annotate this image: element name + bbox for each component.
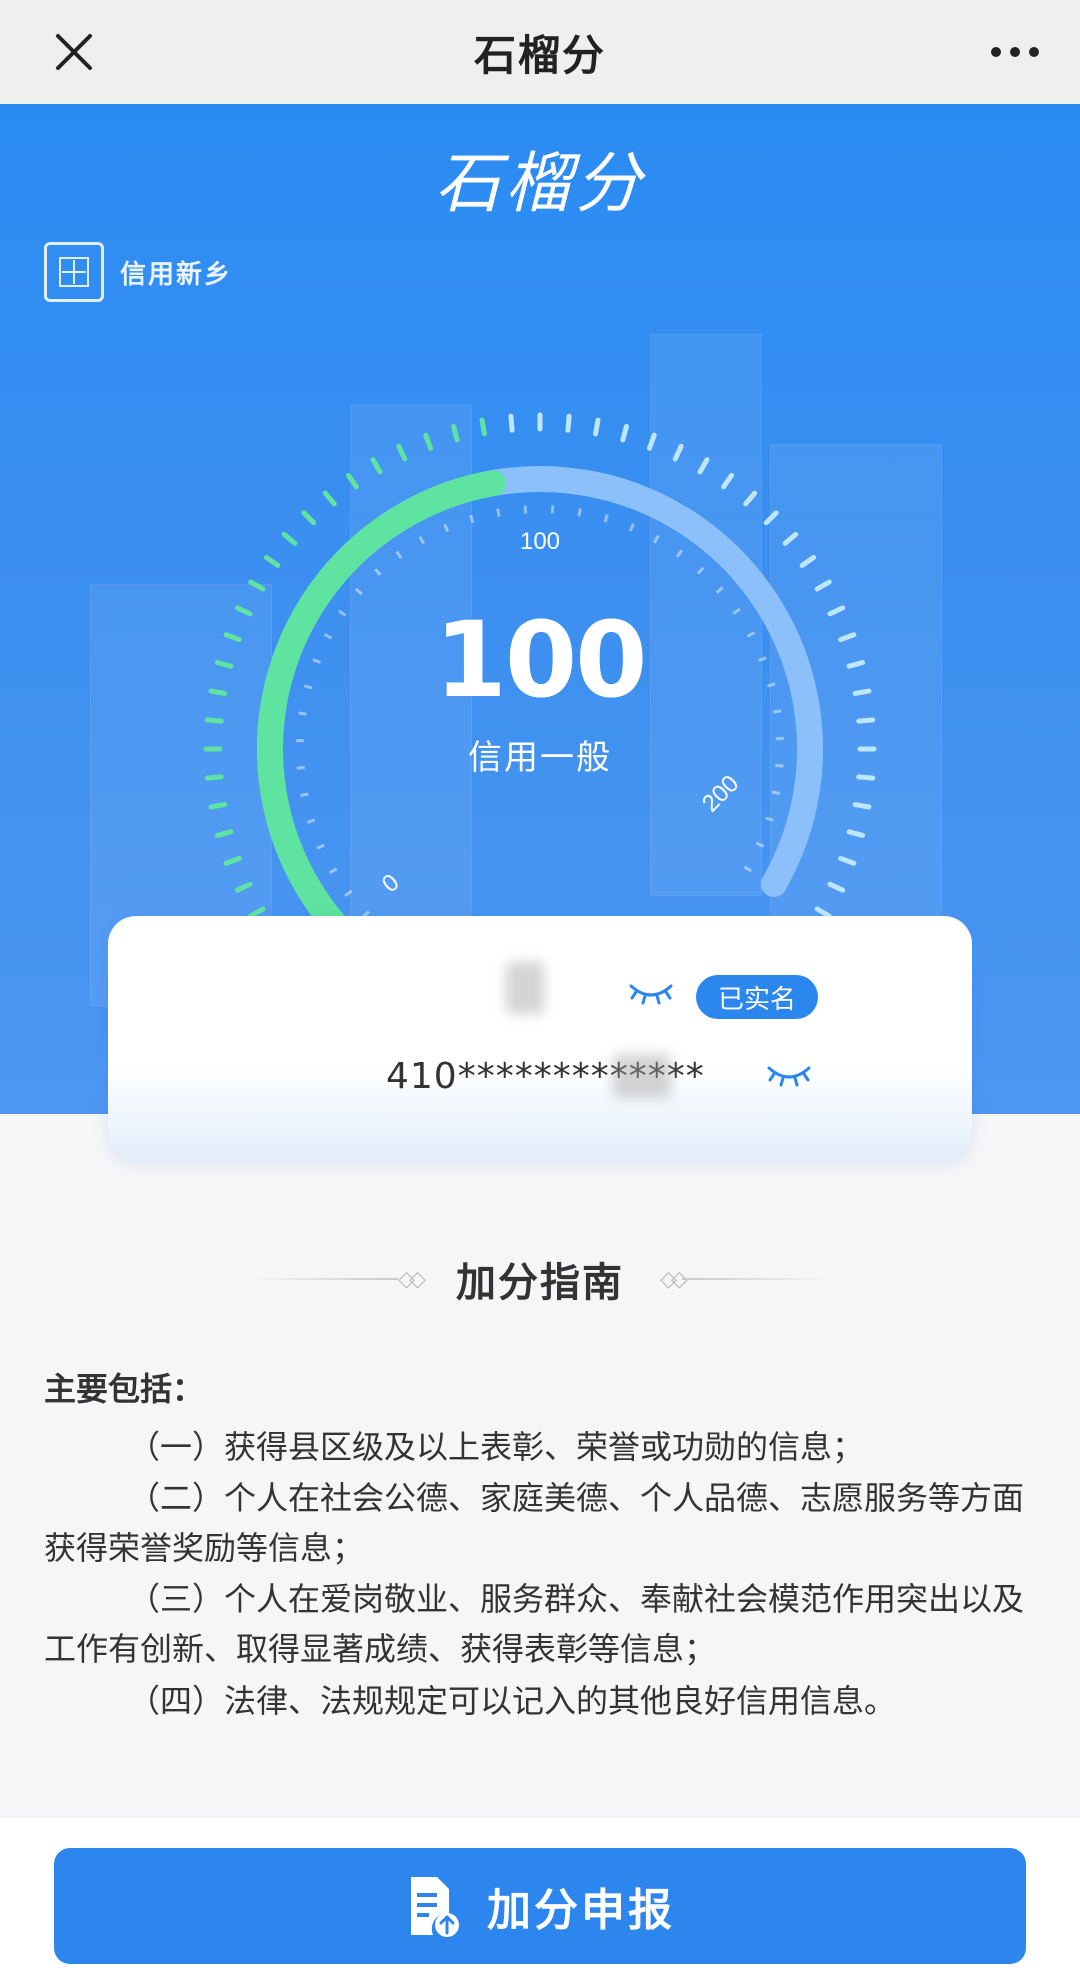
more-button[interactable] (980, 22, 1050, 82)
gauge-tick (451, 423, 460, 443)
masked-id-tail (613, 1054, 671, 1098)
gauge-tick (208, 802, 228, 810)
credit-score: 100 (434, 599, 647, 721)
gauge-tick (721, 472, 735, 490)
gauge-tick (814, 579, 832, 592)
divider-line (681, 1278, 832, 1280)
page-title: 石榴分 (473, 30, 606, 80)
gauge-tick (423, 432, 434, 451)
gauge-tick (248, 906, 266, 919)
gauge-tick (799, 554, 817, 568)
gauge-tick (827, 881, 846, 893)
gauge-minor-tick (374, 568, 382, 577)
gauge-minor-tick (743, 865, 753, 873)
gauge-tick (565, 413, 572, 433)
gauge-minor-tick (603, 514, 609, 523)
gauge-tick (479, 417, 487, 437)
gauge-minor-tick (715, 586, 724, 594)
eye-closed-icon[interactable] (628, 980, 674, 1006)
guide-heading: 主要包括： (44, 1370, 205, 1408)
gauge-minor-tick (344, 889, 353, 898)
gauge-tick (223, 855, 242, 866)
gauge-minor-tick (469, 514, 475, 524)
document-upload-icon (411, 1877, 459, 1937)
gauge-minor-tick (329, 867, 338, 875)
gauge-minor-tick (577, 508, 582, 517)
identity-card: 已实名 410************* (108, 916, 972, 1160)
gauge-minor-tick (300, 792, 309, 798)
close-icon (56, 34, 92, 70)
eye-closed-icon[interactable] (766, 1062, 812, 1088)
guide-item: （一）获得县区级及以上表彰、荣誉或功勋的信息； (128, 1427, 865, 1466)
credit-level: 信用一般 (468, 738, 612, 778)
gauge-tick (814, 906, 832, 919)
close-button[interactable] (44, 22, 104, 82)
gauge-tick (846, 829, 866, 838)
guide-item: （四）法律、法规规定可以记入的其他良好信用信息。 (128, 1681, 897, 1720)
diamond-ornament-icon: ◇◇ (398, 1266, 426, 1292)
apply-points-label: 加分申报 (487, 1885, 675, 1936)
verified-badge: 已实名 (696, 975, 818, 1019)
gauge-tick (345, 472, 359, 490)
gauge-minor-tick (354, 587, 363, 596)
gauge-minor-tick (653, 534, 660, 544)
guide-section-title: ◇◇ 加分指南 ◇◇ (0, 1250, 1080, 1308)
masked-name (506, 962, 544, 1014)
gauge-tick (852, 802, 872, 810)
gauge-minor-tick (765, 816, 774, 822)
gauge-tick (396, 443, 408, 462)
gauge-minor-tick (696, 566, 705, 575)
gauge-tick (248, 579, 266, 592)
divider-line (248, 1278, 399, 1280)
gauge-tick (281, 531, 298, 546)
gauge-minor-tick (443, 523, 450, 533)
gauge-tick (646, 432, 657, 451)
guide-item: （二）个人在社会公德、家庭美德、个人品德、志愿服务等方面获得荣誉奖励等信息； (44, 1479, 1025, 1567)
more-icon (991, 47, 1039, 57)
gauge-minor-tick (418, 535, 426, 545)
gauge-minor-tick (755, 841, 765, 848)
title-bar: 石榴分 (0, 0, 1080, 104)
gauge-minor-tick (395, 550, 403, 559)
gauge-tick (697, 457, 710, 475)
gauge-minor-tick (675, 549, 683, 558)
diamond-ornament-icon: ◇◇ (660, 1266, 688, 1292)
guide-content: 主要包括： （一）获得县区级及以上表彰、荣誉或功勋的信息； （二）个人在社会公德… (44, 1365, 1034, 1728)
gauge-min-label: 0 (377, 869, 405, 898)
gauge-tick (838, 855, 857, 866)
gauge-tick (593, 417, 601, 437)
gauge-tick (620, 423, 629, 443)
guide-item: （三）个人在爱岗敬业、服务群众、奉献社会模范作用突出以及工作有创新、取得显著成绩… (44, 1580, 1025, 1668)
gauge-tick (234, 881, 253, 893)
gauge-tick (322, 490, 337, 507)
gauge-minor-tick (771, 790, 781, 795)
gauge-tick (263, 554, 281, 568)
gauge-tick (301, 510, 317, 526)
gauge-tick (672, 443, 684, 462)
apply-points-button[interactable]: 加分申报 (54, 1848, 1026, 1964)
gauge-tick (743, 490, 758, 507)
gauge-minor-tick (306, 818, 316, 824)
gauge-minor-tick (496, 508, 501, 517)
gauge-tick (508, 413, 515, 433)
gauge-tick (214, 829, 234, 838)
guide-title: 加分指南 (456, 1260, 624, 1306)
gauge-mid-label: 100 (520, 528, 560, 555)
gauge-tick (763, 510, 779, 526)
gauge-minor-tick (628, 522, 635, 532)
gauge-minor-tick (316, 843, 326, 850)
gauge-tick (370, 457, 383, 475)
gauge-tick (782, 531, 799, 546)
